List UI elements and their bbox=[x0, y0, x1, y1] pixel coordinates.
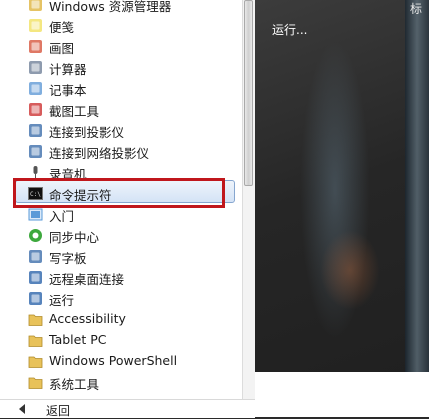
program-label: 同步中心 bbox=[49, 230, 100, 245]
calculator-icon bbox=[28, 60, 43, 75]
snipping-tool-icon bbox=[28, 102, 43, 117]
program-label: 计算器 bbox=[49, 62, 87, 77]
program-item[interactable]: 计算器 bbox=[0, 57, 242, 78]
program-item[interactable]: 同步中心 bbox=[0, 225, 242, 246]
program-item[interactable]: 连接到投影仪 bbox=[0, 120, 242, 141]
program-item[interactable]: 画图 bbox=[0, 36, 242, 57]
folder-icon bbox=[28, 312, 43, 327]
back-arrow-icon bbox=[19, 404, 25, 414]
program-item[interactable]: Windows 资源管理器 bbox=[0, 0, 242, 15]
program-label: 连接到投影仪 bbox=[49, 125, 125, 140]
explorer-icon bbox=[28, 0, 43, 12]
folder-icon bbox=[28, 354, 43, 369]
paint-icon bbox=[28, 39, 43, 54]
program-item[interactable]: 系统工具 bbox=[0, 372, 242, 393]
program-label: 记事本 bbox=[49, 83, 87, 98]
program-item[interactable]: 截图工具 bbox=[0, 99, 242, 120]
getting-started-icon bbox=[28, 207, 43, 222]
back-row[interactable]: 返回 bbox=[0, 399, 255, 418]
program-item[interactable]: Accessibility bbox=[0, 309, 242, 330]
folder-icon bbox=[28, 375, 43, 390]
program-label: 连接到网络投影仪 bbox=[49, 146, 150, 161]
program-item[interactable]: 写字板 bbox=[0, 246, 242, 267]
program-label: Accessibility bbox=[49, 311, 126, 326]
program-label: 入门 bbox=[49, 209, 75, 224]
annotation-red-box bbox=[13, 178, 225, 208]
window-edge bbox=[405, 0, 429, 417]
program-label: 运行 bbox=[49, 293, 75, 308]
start-menu-programs: Windows 资源管理器 便笺画图计算器记事本截图工具连接到投影仪连接到网络投影… bbox=[0, 0, 242, 417]
run-command-label[interactable]: 运行... bbox=[272, 21, 307, 38]
program-label: 远程桌面连接 bbox=[49, 272, 125, 287]
program-label: 系统工具 bbox=[49, 377, 100, 392]
wordpad-icon bbox=[28, 249, 43, 264]
projector-icon bbox=[28, 123, 43, 138]
background-blur-orange bbox=[320, 230, 380, 310]
sync-center-icon bbox=[28, 228, 43, 243]
edge-text: 标 bbox=[410, 2, 423, 16]
notepad-icon bbox=[28, 81, 43, 96]
program-label: 画图 bbox=[49, 41, 75, 56]
program-item[interactable]: 运行 bbox=[0, 288, 242, 309]
program-label: 截图工具 bbox=[49, 104, 100, 119]
program-item[interactable]: 连接到网络投影仪 bbox=[0, 141, 242, 162]
program-item[interactable]: 便笺 bbox=[0, 15, 242, 36]
program-item[interactable]: Tablet PC bbox=[0, 330, 242, 351]
network-projector-icon bbox=[28, 144, 43, 159]
folder-icon bbox=[28, 333, 43, 348]
program-label: Windows 资源管理器 bbox=[49, 0, 172, 14]
program-label: 便笺 bbox=[49, 20, 75, 35]
scrollbar-thumb[interactable] bbox=[244, 0, 253, 186]
program-label: Tablet PC bbox=[49, 332, 107, 347]
program-label: Windows PowerShell bbox=[49, 353, 178, 368]
back-label: 返回 bbox=[46, 404, 71, 418]
program-item[interactable]: 远程桌面连接 bbox=[0, 267, 242, 288]
program-label: 写字板 bbox=[49, 251, 87, 266]
run-icon bbox=[28, 291, 43, 306]
white-patch bbox=[255, 372, 429, 417]
program-item[interactable]: Windows PowerShell bbox=[0, 351, 242, 372]
program-item[interactable]: 记事本 bbox=[0, 78, 242, 99]
sticky-note-icon bbox=[28, 18, 43, 33]
remote-desktop-icon bbox=[28, 270, 43, 285]
